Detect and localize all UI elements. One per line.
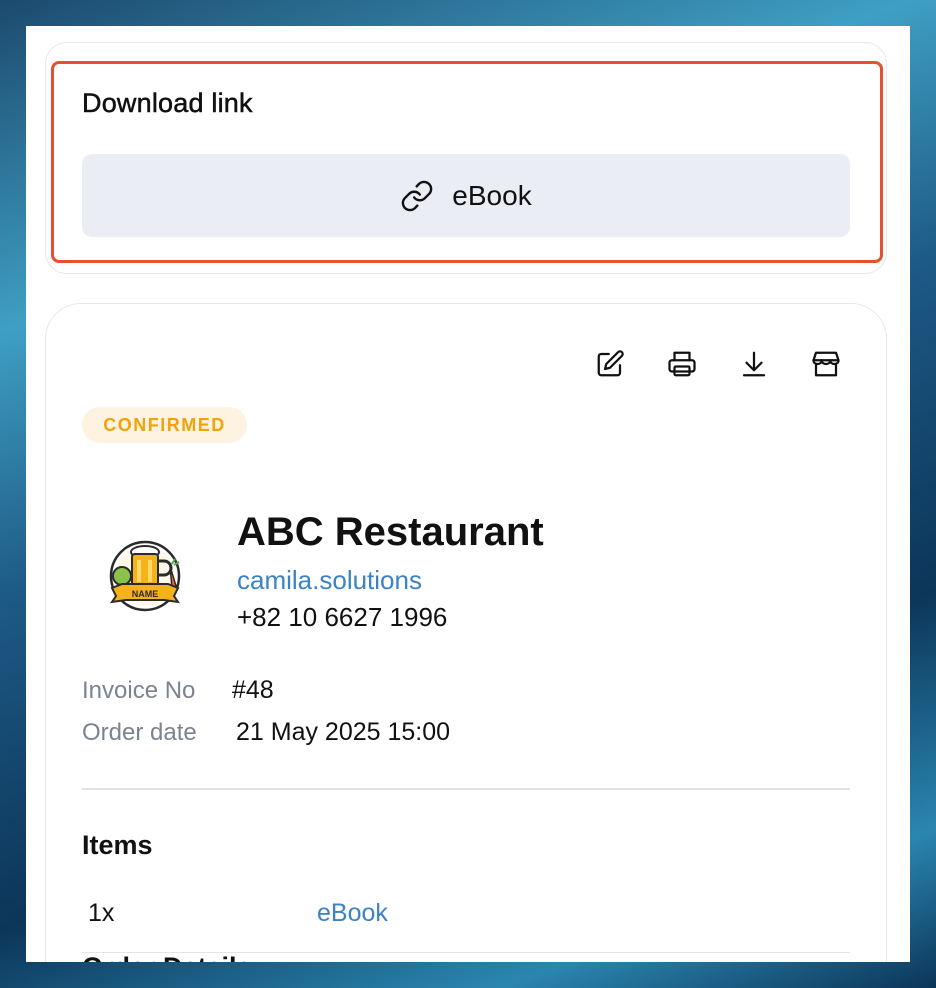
- invoice-no-label: Invoice No: [82, 677, 196, 704]
- order-date-value: 21 May 2025 15:00: [236, 718, 451, 746]
- ebook-download-button[interactable]: eBook: [82, 154, 850, 237]
- business-website-link[interactable]: camila.solutions: [237, 565, 422, 596]
- item-name-link[interactable]: eBook: [317, 899, 388, 928]
- item-quantity: 1x: [88, 899, 115, 927]
- download-card-title: Download link: [82, 88, 253, 119]
- download-icon[interactable]: [736, 346, 772, 382]
- order-date-label: Order date: [82, 719, 197, 746]
- business-name: ABC Restaurant: [237, 510, 544, 554]
- section-divider: [82, 788, 850, 790]
- link-icon: [400, 179, 434, 213]
- restaurant-logo: NAME: [102, 536, 188, 622]
- business-phone: +82 10 6627 1996: [237, 602, 448, 632]
- store-icon[interactable]: [808, 346, 844, 382]
- edit-icon[interactable]: [592, 346, 628, 382]
- items-section-title: Items: [82, 830, 153, 860]
- ebook-download-label: eBook: [452, 179, 532, 211]
- invoice-toolbar: [592, 346, 844, 382]
- app-window: Download link eBook CONFIRMED NAME ABC R…: [26, 26, 910, 962]
- invoice-no-value: #48: [232, 676, 274, 704]
- logo-wordmark: NAME: [132, 589, 159, 599]
- status-badge: CONFIRMED: [82, 407, 247, 443]
- invoice-card: [45, 303, 887, 962]
- printer-icon[interactable]: [664, 346, 700, 382]
- order-details-title: Order Details: [82, 952, 252, 962]
